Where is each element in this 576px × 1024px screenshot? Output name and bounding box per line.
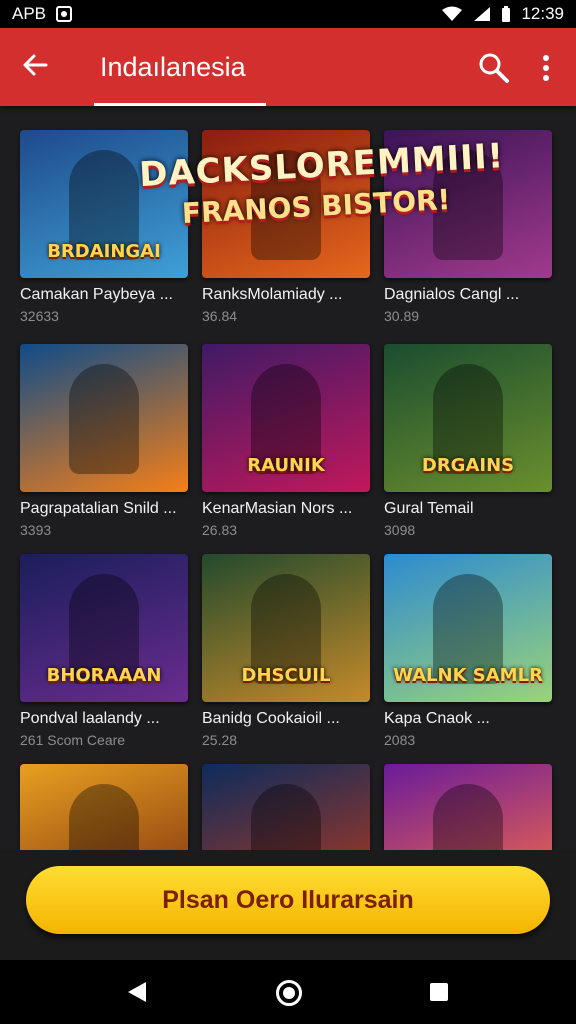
game-stat: 36.84 bbox=[202, 308, 238, 324]
more-options-button[interactable] bbox=[538, 50, 554, 86]
more-vert-icon bbox=[543, 55, 549, 81]
clock: 12:39 bbox=[521, 4, 564, 23]
game-card[interactable]: WALNK SAMLR Kapa Cnaok ... 2083 bbox=[384, 554, 552, 748]
game-thumbnail[interactable]: RAUNIK bbox=[202, 344, 370, 492]
battery-icon bbox=[502, 5, 511, 22]
game-thumbnail[interactable]: DHSCUIL bbox=[202, 554, 370, 702]
game-character-art bbox=[433, 784, 503, 850]
nav-back-icon[interactable] bbox=[128, 982, 146, 1002]
cta-button[interactable]: Plsan Oero Ilurarsain bbox=[26, 866, 550, 934]
game-card[interactable]: BHORAAAN Pondval laalandy ... 261 Scom Cea… bbox=[20, 554, 188, 748]
arrow-left-icon bbox=[23, 54, 48, 76]
game-title: Banidg Cookaioil ... bbox=[202, 710, 340, 727]
game-title: Dagnialos Cangl ... bbox=[384, 286, 520, 303]
game-logo-text: BRDAINGAI bbox=[47, 241, 161, 262]
game-character-art bbox=[251, 784, 321, 850]
game-title: Pondval laalandy ... bbox=[20, 710, 160, 727]
game-stat: 3098 bbox=[384, 522, 416, 538]
game-card[interactable]: Pagrapatalian Snild ... 3393 bbox=[20, 344, 188, 538]
status-bar: APB 12:39 bbox=[0, 0, 576, 28]
game-title: KenarMasian Nors ... bbox=[202, 500, 353, 517]
notification-icon bbox=[56, 6, 73, 22]
game-title: Camakan Paybeya ... bbox=[20, 286, 173, 303]
game-card[interactable]: RAUNIK KenarMasian Nors ... 26.83 bbox=[202, 344, 370, 538]
game-title: Pagrapatalian Snild ... bbox=[20, 500, 177, 517]
game-thumbnail[interactable]: DRGAINS bbox=[384, 344, 552, 492]
game-thumbnail[interactable]: WALNK SAMLR bbox=[384, 554, 552, 702]
game-card[interactable]: DRGAINS Gural Temail 3098 bbox=[384, 344, 552, 538]
game-card[interactable]: DEUNDO bbox=[384, 764, 552, 850]
search-icon bbox=[479, 53, 509, 83]
game-card[interactable]: DRGAINS bbox=[20, 764, 188, 850]
game-logo-text: DHSCUIL bbox=[241, 665, 331, 686]
carrier-label: APB bbox=[12, 4, 47, 23]
app-bar: Indaılanesia bbox=[0, 28, 576, 106]
game-thumbnail[interactable] bbox=[20, 344, 188, 492]
game-card[interactable] bbox=[202, 764, 370, 850]
game-thumbnail[interactable]: BHORAAAN bbox=[20, 554, 188, 702]
cta-label: Plsan Oero Ilurarsain bbox=[162, 885, 414, 914]
game-thumbnail[interactable]: DRGAINS bbox=[20, 764, 188, 850]
game-title: Kapa Cnaok ... bbox=[384, 710, 490, 727]
game-stat: 26.83 bbox=[202, 522, 238, 538]
game-title: RanksMolamiady ... bbox=[202, 286, 343, 303]
game-stat: 30.89 bbox=[384, 308, 420, 324]
game-logo-text: RAUNIK bbox=[247, 455, 325, 476]
game-card[interactable]: DHSCUIL Banidg Cookaioil ... 25.28 bbox=[202, 554, 370, 748]
game-stat: 25.28 bbox=[202, 732, 238, 748]
search-button[interactable] bbox=[476, 50, 512, 86]
game-stat: 32633 bbox=[20, 308, 59, 324]
game-stat: 261 Scom Ceare bbox=[20, 732, 126, 748]
game-stat: 3393 bbox=[20, 522, 52, 538]
nav-home-icon[interactable] bbox=[276, 980, 302, 1006]
game-stat: 2083 bbox=[384, 732, 416, 748]
game-thumbnail[interactable]: DEUNDO bbox=[384, 764, 552, 850]
game-logo-text: DRGAINS bbox=[421, 455, 515, 476]
game-character-art bbox=[69, 784, 139, 850]
back-button[interactable] bbox=[20, 50, 56, 86]
game-thumbnail[interactable] bbox=[202, 764, 370, 850]
system-nav-bar bbox=[0, 960, 576, 1024]
game-logo-text: WALNK SAMLR bbox=[393, 665, 543, 686]
page-title: Indaılanesia bbox=[100, 52, 246, 82]
game-logo-text: BHORAAAN bbox=[46, 665, 162, 686]
game-character-art bbox=[69, 364, 139, 474]
wifi-icon bbox=[442, 6, 463, 21]
game-title: Gural Temail bbox=[384, 500, 474, 517]
nav-recents-icon[interactable] bbox=[430, 983, 448, 1001]
signal-icon bbox=[474, 7, 491, 21]
